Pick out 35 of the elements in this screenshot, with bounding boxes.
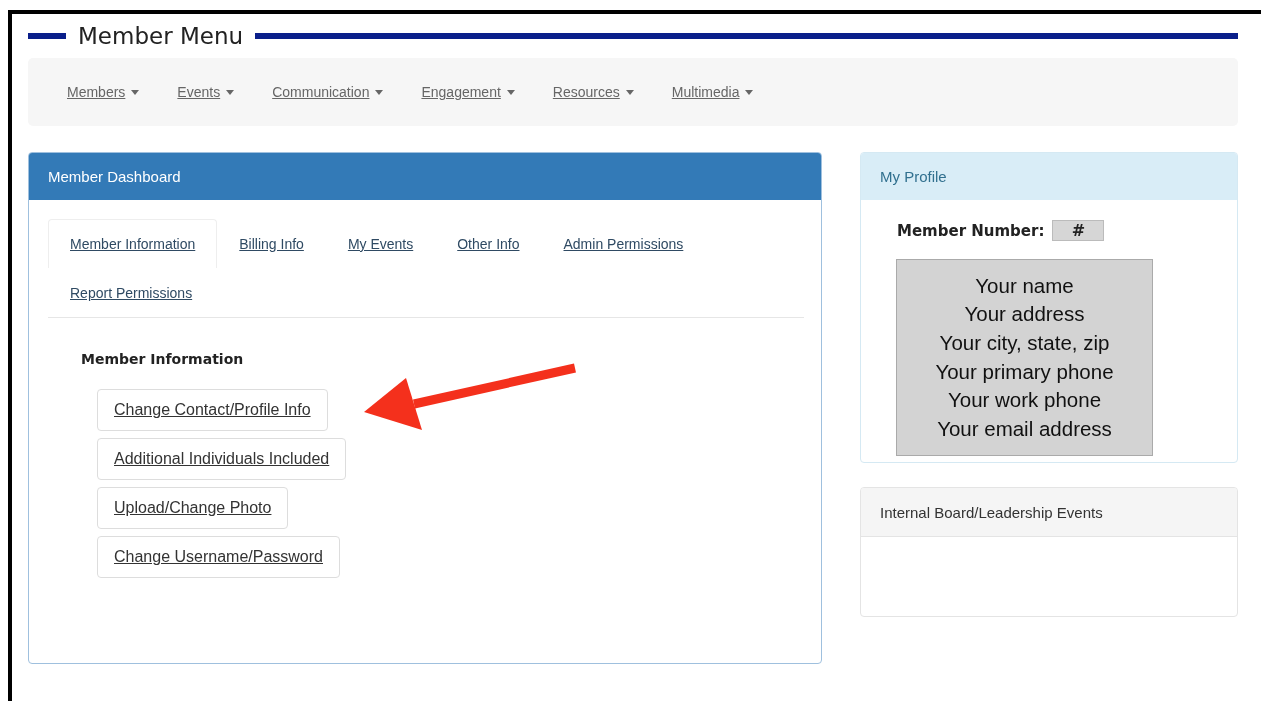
tab[interactable]: Report Permissions [48, 268, 215, 317]
caret-icon [226, 89, 235, 95]
action-button[interactable]: Upload/Change Photo [97, 487, 289, 529]
action-button[interactable]: Additional Individuals Included [97, 438, 347, 480]
caret-icon [131, 89, 140, 95]
action-button[interactable]: Change Username/Password [97, 536, 340, 578]
caret-icon [506, 89, 515, 95]
menu-item[interactable]: Events [177, 84, 235, 100]
card-line: Your name [975, 272, 1074, 299]
caret-icon [745, 89, 754, 95]
caret-icon [625, 89, 634, 95]
tab[interactable]: Admin Permissions [541, 219, 706, 268]
caret-icon [375, 89, 384, 95]
card-line: Your city, state, zip [939, 329, 1110, 356]
tab[interactable]: My Events [325, 219, 436, 268]
tab[interactable]: Other Info [435, 219, 542, 268]
panel-header: Internal Board/Leadership Events [861, 488, 1237, 537]
action-button[interactable]: Change Contact/Profile Info [97, 389, 328, 431]
menu-item[interactable]: Communication [272, 84, 384, 100]
menu-item[interactable]: Engagement [421, 84, 515, 100]
tab[interactable]: Member Information [48, 219, 218, 268]
card-line: Your email address [937, 415, 1112, 442]
card-line: Your address [964, 301, 1085, 328]
card-line: Your work phone [947, 387, 1102, 414]
menu-item[interactable]: Resources [552, 84, 634, 100]
member-number-field: # [1052, 220, 1105, 241]
page-title: Member Menu [78, 23, 244, 49]
card-line: Your primary phone [935, 358, 1114, 385]
menu-item[interactable]: Members [67, 84, 140, 100]
section-heading: Member Information [81, 351, 245, 367]
panel-header: My Profile [861, 153, 1237, 200]
tab[interactable]: Billing Info [217, 219, 326, 268]
panel-header: Member Dashboard [29, 153, 821, 200]
field-label: Member Number: [897, 221, 1045, 240]
menu-item[interactable]: Multimedia [671, 84, 754, 100]
